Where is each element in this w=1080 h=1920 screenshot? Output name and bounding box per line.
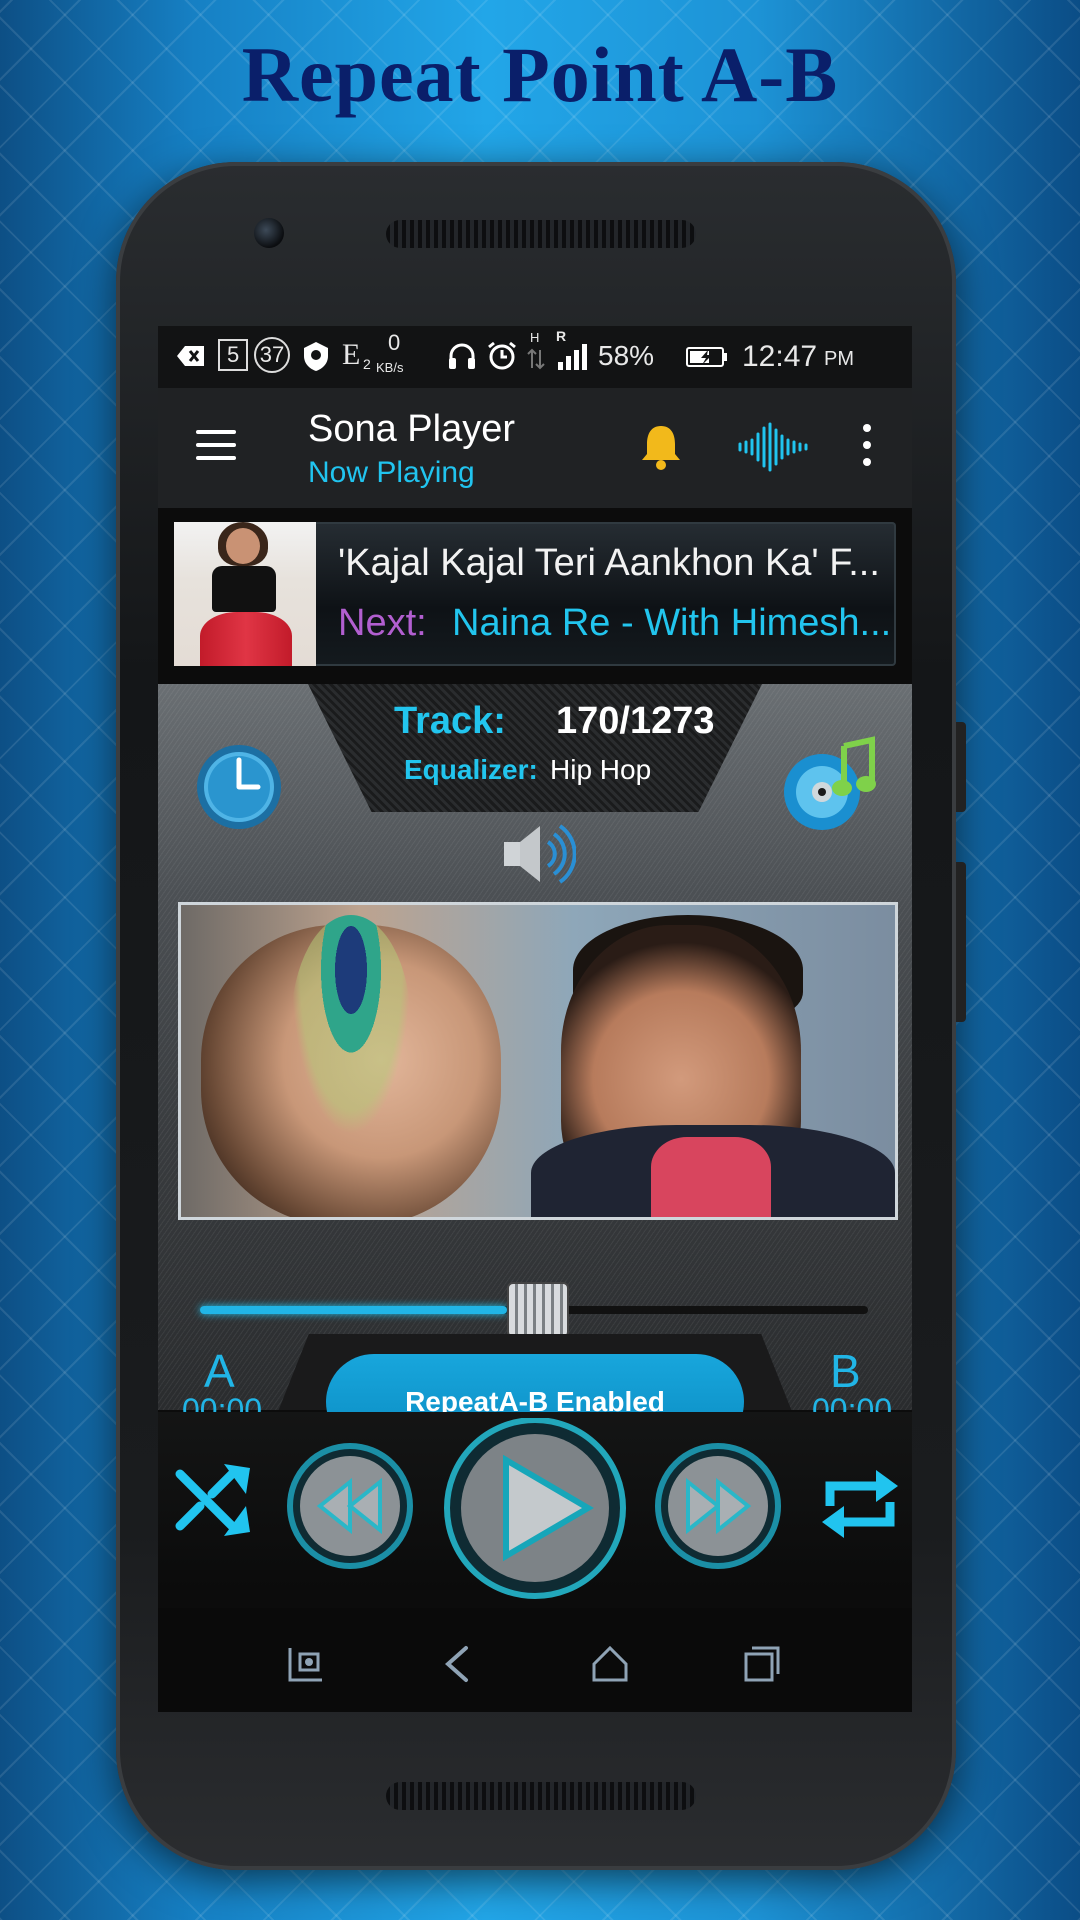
seek-bar-progress: [200, 1306, 508, 1314]
network-sub: 2: [363, 356, 371, 372]
music-disc-icon[interactable]: [782, 736, 878, 832]
data-arrows-icon: [527, 348, 545, 370]
seek-bar-handle[interactable]: [507, 1282, 570, 1338]
battery-percent: 58%: [598, 340, 655, 371]
play-icon[interactable]: [440, 1418, 630, 1604]
alarm-icon: [488, 341, 516, 370]
phone-screen: 5 37 E 2 0 KB/s H R 58% 12:47 PM Sona Pl…: [158, 326, 912, 1712]
battery-charging-icon: [686, 347, 727, 367]
notif-count-badge: 5: [218, 339, 249, 371]
app-title: Sona Player: [308, 408, 516, 450]
clock-time: 12:47: [742, 340, 818, 373]
track-label: Track:: [394, 700, 506, 742]
now-playing-card[interactable]: 'Kajal Kajal Teri Aankhon Ka' F... Next:…: [174, 522, 896, 666]
repeat-icon[interactable]: [818, 1462, 902, 1546]
clock-icon[interactable]: [194, 742, 284, 832]
playback-controls: [158, 1412, 912, 1599]
top-speaker-grille: [386, 220, 696, 248]
rewind-icon[interactable]: [286, 1442, 414, 1570]
back-icon[interactable]: [438, 1644, 478, 1684]
bottom-speaker-grille: [386, 1782, 696, 1810]
point-a-label[interactable]: A: [204, 1344, 235, 1398]
menu-icon[interactable]: [196, 430, 236, 460]
equalizer-label: Equalizer:: [404, 754, 538, 785]
point-b-label[interactable]: B: [830, 1344, 861, 1398]
screenshot-icon[interactable]: [286, 1644, 326, 1684]
bell-icon[interactable]: [636, 422, 686, 472]
eye-shield-icon: [304, 342, 328, 371]
power-button: [956, 722, 966, 812]
circle-badge: 37: [254, 337, 290, 373]
app-bar: Sona Player Now Playing: [158, 388, 912, 508]
equalizer-value: Hip Hop: [550, 754, 652, 785]
video-thumbnail[interactable]: [178, 902, 898, 1220]
network-type: E: [342, 338, 361, 371]
waveform-icon[interactable]: [736, 422, 810, 472]
backspace-notif-icon: [177, 346, 204, 366]
signal-h-label: H: [530, 330, 540, 345]
promo-headline: Repeat Point A-B: [241, 31, 839, 118]
headphones-icon: [449, 343, 475, 369]
fast-forward-icon[interactable]: [654, 1442, 782, 1570]
app-subtitle: Now Playing: [308, 456, 475, 489]
home-icon[interactable]: [590, 1644, 630, 1684]
data-rate-unit: KB/s: [376, 360, 404, 375]
volume-icon[interactable]: [496, 814, 576, 894]
more-vert-icon[interactable]: [863, 424, 873, 468]
clock-ampm: PM: [824, 348, 854, 370]
data-rate-value: 0: [388, 330, 401, 355]
volume-button: [956, 862, 966, 1022]
next-song-title: Naina Re - With Himesh...: [452, 602, 892, 644]
track-value: 170/1273: [556, 700, 715, 742]
signal-bars-icon: [558, 344, 587, 370]
current-song-title: 'Kajal Kajal Teri Aankhon Ka' F...: [338, 542, 880, 584]
recents-icon[interactable]: [742, 1644, 782, 1684]
next-label: Next:: [338, 602, 427, 644]
status-bar: 5 37 E 2 0 KB/s H R 58% 12:47 PM: [158, 326, 912, 388]
album-art-thumbnail: [174, 522, 316, 666]
system-nav-bar: [158, 1608, 912, 1712]
player-panel: Track: 170/1273 Equalizer: Hip Hop A 00:…: [158, 684, 912, 1450]
shuffle-icon[interactable]: [174, 1460, 254, 1540]
front-camera: [254, 218, 284, 248]
